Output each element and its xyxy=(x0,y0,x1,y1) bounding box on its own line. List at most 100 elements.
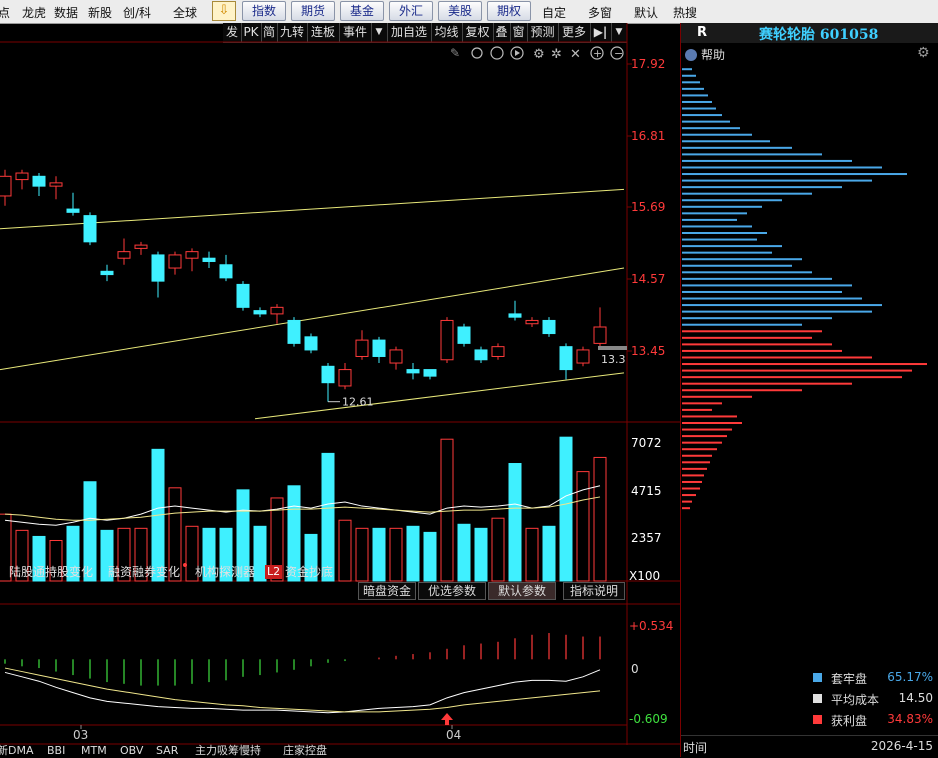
channel-line-3 xyxy=(254,372,625,420)
bottom-tab-accumulate[interactable]: 主力吸筹慢持 xyxy=(195,745,261,757)
tab-optimized-params[interactable]: 优选参数 xyxy=(418,582,486,600)
candle-body-23 xyxy=(372,339,386,357)
chip-bar-49 xyxy=(682,382,852,385)
pen-icon[interactable]: ✎ xyxy=(450,46,460,60)
forex-button[interactable]: 外汇 xyxy=(389,1,433,21)
volume-bar-20 xyxy=(321,452,335,582)
candle-body-28 xyxy=(457,326,471,344)
tab-hk-connect[interactable]: 陆股通持股变化 xyxy=(9,564,93,581)
volume-bar-35 xyxy=(576,471,590,582)
price-tick-3: 15.69 xyxy=(631,200,665,214)
default-item[interactable]: 默认 xyxy=(634,4,658,21)
custom-item[interactable]: 自定 xyxy=(542,4,566,21)
l2-badge: L2 xyxy=(265,565,283,579)
candle-body-36 xyxy=(593,326,607,344)
candle-body-9 xyxy=(134,244,148,249)
multi-window-item[interactable]: 多窗 xyxy=(588,4,612,21)
cross-icon[interactable]: ✕ xyxy=(570,47,581,62)
volume-unit: X100 xyxy=(629,569,660,583)
bottom-tab-dma[interactable]: 新DMA xyxy=(0,745,34,757)
chip-bar-31 xyxy=(682,264,792,267)
avg-cost-value: 14.50 xyxy=(898,691,933,705)
candle-body-26 xyxy=(423,369,437,377)
arrow-down-icon[interactable]: ⇩ xyxy=(212,1,236,21)
candle-body-31 xyxy=(508,313,522,318)
bottom-tab-obv[interactable]: OBV xyxy=(120,745,143,757)
tab-margin[interactable]: 融资融券变化 xyxy=(108,564,180,581)
tab-default-params[interactable]: 默认参数 xyxy=(488,582,556,600)
stock-title: 赛轮轮胎 601058 xyxy=(759,27,879,43)
futures-button[interactable]: 期货 xyxy=(291,1,335,21)
zoom-out-minus: − xyxy=(614,47,623,60)
chip-bar-68 xyxy=(682,507,690,510)
profit-value: 34.83% xyxy=(887,712,933,726)
candle-body-20 xyxy=(321,365,335,384)
candle-body-35 xyxy=(576,349,590,364)
chip-bar-29 xyxy=(682,251,772,254)
volume-bar-24 xyxy=(389,527,403,582)
nav-item-4[interactable]: 新股 xyxy=(88,4,112,21)
volume-bar-25 xyxy=(406,525,420,582)
candle-body-17 xyxy=(270,306,284,315)
candle-body-6 xyxy=(83,215,97,243)
tab-institution[interactable]: 机构探测器 xyxy=(195,564,255,581)
chip-bar-8 xyxy=(682,114,722,117)
candle-body-32 xyxy=(525,319,539,325)
tab-indicator-help[interactable]: 指标说明 xyxy=(563,582,625,600)
index-button[interactable]: 指数 xyxy=(242,1,286,21)
nav-item-2[interactable]: 龙虎 xyxy=(22,4,46,21)
legend-profit: 获利盘 34.83% xyxy=(813,712,937,728)
eye-icon[interactable] xyxy=(471,47,483,59)
chip-bar-5 xyxy=(682,94,708,97)
smile-icon[interactable] xyxy=(490,46,504,60)
chip-bar-34 xyxy=(682,284,852,287)
tab-dark-pool[interactable]: 暗盘资金 xyxy=(358,582,416,600)
panel-footer: 时间 2026-4-15 xyxy=(681,735,938,758)
bottom-tab-sar[interactable]: SAR xyxy=(156,745,178,757)
kline-chart[interactable]: ✎ ⚙ ✲ ✕ + − 17.92 16.81 15.69 14.57 13.4… xyxy=(0,23,680,757)
candle-body-33 xyxy=(542,319,556,335)
settings-icon[interactable]: ✲ xyxy=(551,47,562,62)
candle-body-1 xyxy=(0,175,12,197)
candle-body-34 xyxy=(559,346,573,371)
nav-item-6[interactable]: 全球 xyxy=(173,4,197,21)
chip-bar-4 xyxy=(682,87,704,90)
chip-bar-48 xyxy=(682,376,902,379)
bottom-tab-control[interactable]: 庄家控盘 xyxy=(283,745,327,757)
nav-item-3[interactable]: 数据 xyxy=(54,4,78,21)
macd-axis: +0.534 0 -0.609 xyxy=(629,619,673,726)
play-triangle-icon xyxy=(515,50,520,56)
candle-body-15 xyxy=(236,283,250,308)
bottom-tab-mtm[interactable]: MTM xyxy=(81,745,107,757)
profit-label: 获利盘 xyxy=(831,714,868,728)
candle-body-19 xyxy=(304,336,318,351)
volume-tick-1: 7072 xyxy=(631,436,662,450)
chip-bar-37 xyxy=(682,304,882,307)
candle-body-25 xyxy=(406,369,420,374)
chip-bar-46 xyxy=(682,363,927,366)
time-label: 时间 xyxy=(683,741,708,755)
nav-item-5[interactable]: 创/科 xyxy=(123,4,151,21)
chip-bar-7 xyxy=(682,107,716,110)
options-button[interactable]: 期权 xyxy=(487,1,531,21)
r-label: R xyxy=(697,25,708,40)
price-axis: 17.92 16.81 15.69 14.57 13.45 xyxy=(631,57,665,358)
chip-bar-3 xyxy=(682,81,700,84)
chip-bar-2 xyxy=(682,74,696,77)
volume-bar-32 xyxy=(525,527,539,582)
chip-bar-22 xyxy=(682,205,762,208)
nav-item-1[interactable]: 点 xyxy=(0,4,10,21)
volume-bar-22 xyxy=(355,527,369,582)
funds-button[interactable]: 基金 xyxy=(340,1,384,21)
us-stocks-button[interactable]: 美股 xyxy=(438,1,482,21)
candle-body-14 xyxy=(219,264,233,279)
tab-bottom-fishing[interactable]: 资金抄底 xyxy=(285,564,333,581)
bottom-tab-bbi[interactable]: BBI xyxy=(47,745,65,757)
chip-bar-6 xyxy=(682,100,712,103)
chip-bar-10 xyxy=(682,127,740,130)
grid-icon[interactable]: ⚙ xyxy=(533,47,545,62)
chip-bar-65 xyxy=(682,487,700,490)
price-tick-4: 14.57 xyxy=(631,272,665,286)
chip-bar-43 xyxy=(682,343,832,346)
hot-search-item[interactable]: 热搜 xyxy=(673,4,697,21)
